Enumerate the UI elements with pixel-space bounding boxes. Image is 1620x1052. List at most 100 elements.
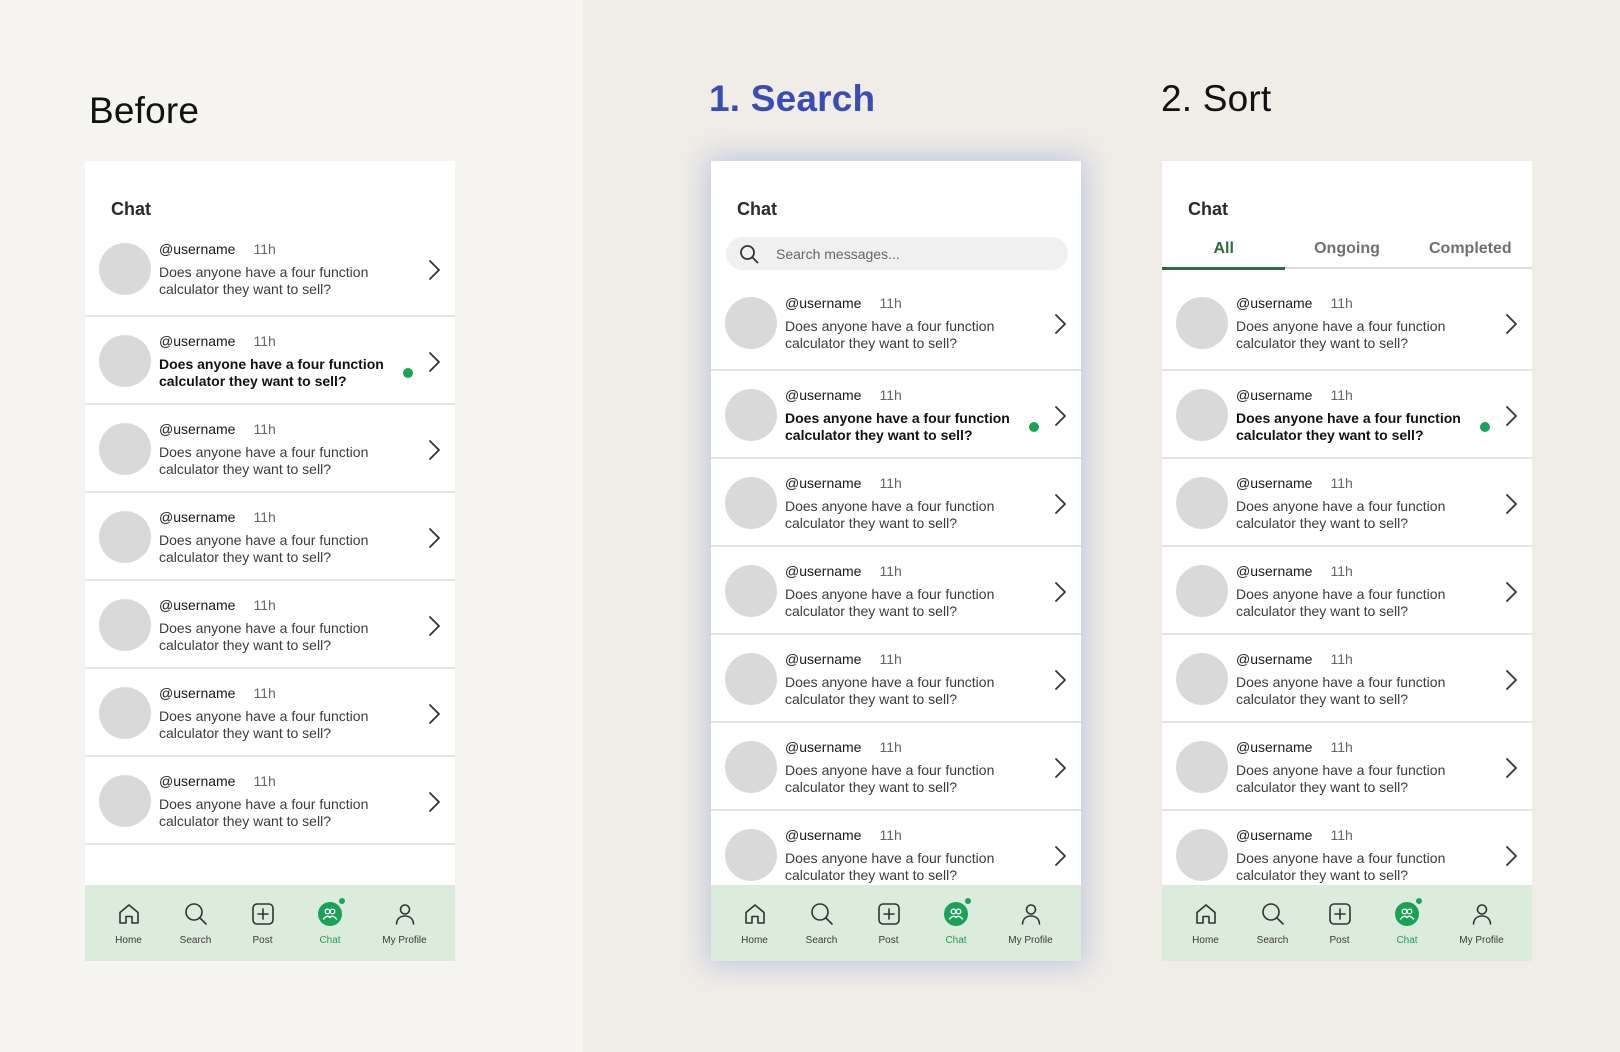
notification-badge bbox=[1415, 897, 1423, 905]
avatar bbox=[99, 775, 151, 827]
chat-message-preview: Does anyone have a four function calcula… bbox=[785, 762, 995, 795]
chevron-right-icon[interactable] bbox=[1505, 757, 1518, 779]
chat-list-item[interactable]: @username 11h Does anyone have a four func… bbox=[711, 547, 1081, 635]
nav-label: My Profile bbox=[1459, 935, 1504, 946]
chevron-right-icon[interactable] bbox=[428, 791, 441, 813]
chat-message-preview: Does anyone have a four function calcula… bbox=[785, 318, 995, 351]
chevron-right-icon[interactable] bbox=[1054, 669, 1067, 691]
nav-label: Home bbox=[115, 935, 142, 946]
chevron-right-icon[interactable] bbox=[1505, 405, 1518, 427]
nav-item-chat[interactable]: Chat bbox=[932, 885, 980, 961]
nav-item-my-profile[interactable]: My Profile bbox=[980, 885, 1081, 961]
chat-timestamp: 11h bbox=[879, 563, 902, 579]
chat-username: @username bbox=[159, 421, 236, 437]
chat-list-item[interactable]: @username 11h Does anyone have a four func… bbox=[1162, 459, 1532, 547]
chat-list-item[interactable]: @username 11h Does anyone have a four func… bbox=[711, 459, 1081, 547]
chevron-right-icon[interactable] bbox=[428, 259, 441, 281]
chevron-right-icon[interactable] bbox=[1054, 313, 1067, 335]
search-input[interactable] bbox=[776, 237, 1056, 270]
nav-item-home[interactable]: Home bbox=[711, 885, 798, 961]
avatar bbox=[1176, 829, 1228, 881]
chat-list-item[interactable]: @username 11h Does anyone have a four func… bbox=[711, 371, 1081, 459]
tab-all[interactable]: All bbox=[1162, 237, 1286, 270]
chevron-right-icon[interactable] bbox=[428, 351, 441, 373]
chevron-right-icon[interactable] bbox=[428, 439, 441, 461]
chat-list-item[interactable]: @username 11h Does anyone have a four func… bbox=[85, 317, 455, 405]
tab-completed[interactable]: Completed bbox=[1409, 237, 1532, 267]
chat-list-item[interactable]: @username 11h Does anyone have a four func… bbox=[85, 757, 455, 845]
chat-list-item[interactable]: @username 11h Does anyone have a four func… bbox=[711, 635, 1081, 723]
chat-list-item[interactable]: @username 11h Does anyone have a four func… bbox=[1162, 371, 1532, 459]
chat-message-preview: Does anyone have a four function calcula… bbox=[159, 796, 369, 829]
sort-tabs: All Ongoing Completed bbox=[1162, 237, 1532, 270]
chevron-right-icon[interactable] bbox=[1505, 581, 1518, 603]
chat-timestamp: 11h bbox=[253, 597, 276, 613]
avatar bbox=[99, 687, 151, 739]
chevron-right-icon[interactable] bbox=[1054, 757, 1067, 779]
chat-username: @username bbox=[785, 739, 862, 755]
chevron-right-icon[interactable] bbox=[428, 527, 441, 549]
chat-username: @username bbox=[159, 241, 236, 257]
chevron-right-icon[interactable] bbox=[1505, 313, 1518, 335]
nav-label: Search bbox=[805, 935, 838, 946]
nav-item-post[interactable]: Post bbox=[219, 885, 306, 961]
chat-list: @username 11h Does anyone have a four func… bbox=[85, 217, 455, 845]
chat-list-item[interactable]: @username 11h Does anyone have a four func… bbox=[85, 217, 455, 317]
nav-label: Chat bbox=[319, 935, 341, 946]
avatar bbox=[725, 565, 777, 617]
chat-list-item[interactable]: @username 11h Does anyone have a four func… bbox=[1162, 271, 1532, 371]
nav-item-search[interactable]: Search bbox=[172, 885, 219, 961]
home-icon bbox=[742, 901, 768, 927]
nav-item-chat[interactable]: Chat bbox=[1383, 885, 1431, 961]
chevron-right-icon[interactable] bbox=[1054, 581, 1067, 603]
chat-timestamp: 11h bbox=[879, 739, 902, 755]
chat-list-item[interactable]: @username 11h Does anyone have a four func… bbox=[711, 723, 1081, 811]
avatar bbox=[725, 389, 777, 441]
nav-item-home[interactable]: Home bbox=[85, 885, 172, 961]
chat-username: @username bbox=[785, 475, 862, 491]
nav-item-my-profile[interactable]: My Profile bbox=[1431, 885, 1532, 961]
chat-username: @username bbox=[785, 295, 862, 311]
nav-item-chat[interactable]: Chat bbox=[306, 885, 354, 961]
nav-item-post[interactable]: Post bbox=[1296, 885, 1383, 961]
chevron-right-icon[interactable] bbox=[1505, 845, 1518, 867]
chat-message-preview: Does anyone have a four function calcula… bbox=[785, 674, 995, 707]
chevron-right-icon[interactable] bbox=[1505, 669, 1518, 691]
chevron-right-icon[interactable] bbox=[1054, 845, 1067, 867]
chat-item-content: @username 11h Does anyone have a four func… bbox=[1236, 827, 1476, 884]
search-heading: 1. Search bbox=[709, 78, 876, 119]
chat-item-content: @username 11h Does anyone have a four func… bbox=[159, 685, 399, 742]
nav-item-home[interactable]: Home bbox=[1162, 885, 1249, 961]
chevron-right-icon[interactable] bbox=[1054, 493, 1067, 515]
chat-message-preview: Does anyone have a four function calcula… bbox=[1236, 410, 1461, 443]
chat-timestamp: 11h bbox=[1330, 739, 1353, 755]
phone-search: Chat @username 11h Does anyone have a four… bbox=[711, 161, 1081, 961]
chat-list-item[interactable]: @username 11h Does anyone have a four func… bbox=[711, 271, 1081, 371]
chat-list-item[interactable]: @username 11h Does anyone have a four func… bbox=[1162, 547, 1532, 635]
chat-list-item[interactable]: @username 11h Does anyone have a four func… bbox=[1162, 723, 1532, 811]
chat-message-preview: Does anyone have a four function calcula… bbox=[1236, 498, 1446, 531]
chat-list-item[interactable]: @username 11h Does anyone have a four func… bbox=[85, 493, 455, 581]
chat-timestamp: 11h bbox=[879, 387, 902, 403]
chat-timestamp: 11h bbox=[1330, 827, 1353, 843]
nav-item-post[interactable]: Post bbox=[845, 885, 932, 961]
nav-item-search[interactable]: Search bbox=[798, 885, 845, 961]
chevron-right-icon[interactable] bbox=[1054, 405, 1067, 427]
chat-list-item[interactable]: @username 11h Does anyone have a four func… bbox=[85, 669, 455, 757]
chat-list-item[interactable]: @username 11h Does anyone have a four func… bbox=[85, 581, 455, 669]
chat-list-item[interactable]: @username 11h Does anyone have a four func… bbox=[85, 405, 455, 493]
search-bar[interactable] bbox=[726, 237, 1068, 270]
chat-item-content: @username 11h Does anyone have a four func… bbox=[159, 509, 399, 566]
chevron-right-icon[interactable] bbox=[428, 615, 441, 637]
chat-list-item[interactable]: @username 11h Does anyone have a four func… bbox=[1162, 635, 1532, 723]
chat-item-content: @username 11h Does anyone have a four func… bbox=[159, 597, 399, 654]
chevron-right-icon[interactable] bbox=[428, 703, 441, 725]
avatar bbox=[725, 829, 777, 881]
chat-item-content: @username 11h Does anyone have a four func… bbox=[1236, 563, 1476, 620]
chat-item-content: @username 11h Does anyone have a four func… bbox=[159, 241, 399, 298]
nav-item-my-profile[interactable]: My Profile bbox=[354, 885, 455, 961]
tab-ongoing[interactable]: Ongoing bbox=[1285, 237, 1408, 267]
chevron-right-icon[interactable] bbox=[1505, 493, 1518, 515]
chat-item-content: @username 11h Does anyone have a four func… bbox=[785, 563, 1025, 620]
nav-item-search[interactable]: Search bbox=[1249, 885, 1296, 961]
